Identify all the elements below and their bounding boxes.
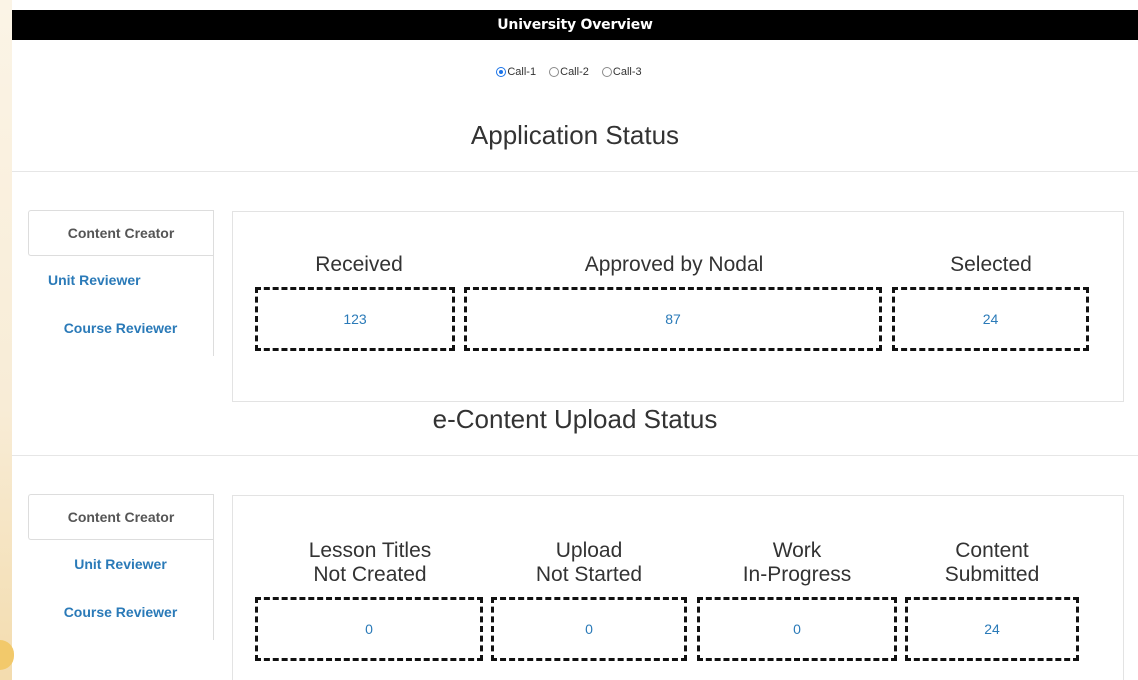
tab-unit-reviewer[interactable]: Unit Reviewer — [28, 540, 213, 588]
application-status-tabs: Content Creator Unit Reviewer Course Rev… — [28, 210, 214, 356]
stat-selected-value[interactable]: 24 — [892, 287, 1089, 351]
radio-checked-icon[interactable] — [496, 67, 507, 77]
stat-upload-label: Upload Not Started — [491, 539, 687, 586]
stat-lesson-titles-label: Lesson Titles Not Created — [255, 539, 485, 586]
stat-lesson-titles-value[interactable]: 0 — [255, 597, 483, 661]
radio-call-2-label: Call-2 — [560, 66, 589, 78]
stat-upload-value[interactable]: 0 — [491, 597, 687, 661]
radio-unchecked-icon[interactable] — [601, 67, 612, 77]
radio-call-2[interactable]: Call-2 — [549, 66, 589, 78]
application-status-heading: Application Status — [470, 120, 680, 150]
radio-call-1[interactable]: Call-1 — [496, 66, 536, 78]
page-edge-decoration — [0, 0, 14, 680]
stat-content-line1: Content — [955, 539, 1029, 562]
stat-approved-value[interactable]: 87 — [464, 287, 882, 351]
tab-content-creator[interactable]: Content Creator — [28, 210, 213, 256]
econtent-status-heading: e-Content Upload Status — [432, 404, 718, 434]
edge-blob — [0, 640, 14, 670]
econtent-status-panel: Lesson Titles Not Created 0 Upload Not S… — [232, 495, 1124, 680]
divider — [12, 171, 1138, 172]
radio-call-3[interactable]: Call-3 — [601, 66, 642, 78]
tab-content-creator[interactable]: Content Creator — [28, 494, 213, 540]
divider — [12, 455, 1138, 456]
stat-received-label: Received — [315, 253, 403, 276]
tab-course-reviewer[interactable]: Course Reviewer — [28, 304, 213, 352]
stat-lesson-titles-line2: Not Created — [313, 562, 427, 586]
stat-upload-line2: Not Started — [535, 562, 643, 586]
stat-upload-line1: Upload — [555, 539, 623, 562]
stat-received-value[interactable]: 123 — [255, 287, 455, 351]
call-radio-group: Call-1 Call-2 Call-3 — [0, 66, 1138, 80]
tab-course-reviewer[interactable]: Course Reviewer — [28, 588, 213, 636]
stat-work-line2: In-Progress — [742, 562, 852, 586]
application-status-panel: Received 123 Approved by Nodal 87 Select… — [232, 211, 1124, 402]
page-title: University Overview — [12, 10, 1138, 40]
stat-content-line2: Submitted — [944, 562, 1040, 586]
radio-call-3-label: Call-3 — [612, 66, 642, 78]
stat-content-label: Content Submitted — [905, 539, 1079, 586]
stat-selected-label: Selected — [950, 253, 1032, 276]
stat-content-value[interactable]: 24 — [905, 597, 1079, 661]
radio-call-1-label: Call-1 — [507, 66, 537, 78]
econtent-status-tabs: Content Creator Unit Reviewer Course Rev… — [28, 494, 214, 640]
tab-unit-reviewer[interactable]: Unit Reviewer — [28, 256, 213, 304]
stat-lesson-titles-line1: Lesson Titles — [308, 539, 432, 562]
stat-work-label: Work In-Progress — [697, 539, 897, 586]
radio-unchecked-icon[interactable] — [549, 67, 560, 77]
stat-approved-label: Approved by Nodal — [584, 253, 764, 276]
stat-work-line1: Work — [772, 539, 822, 562]
stat-work-value[interactable]: 0 — [697, 597, 897, 661]
